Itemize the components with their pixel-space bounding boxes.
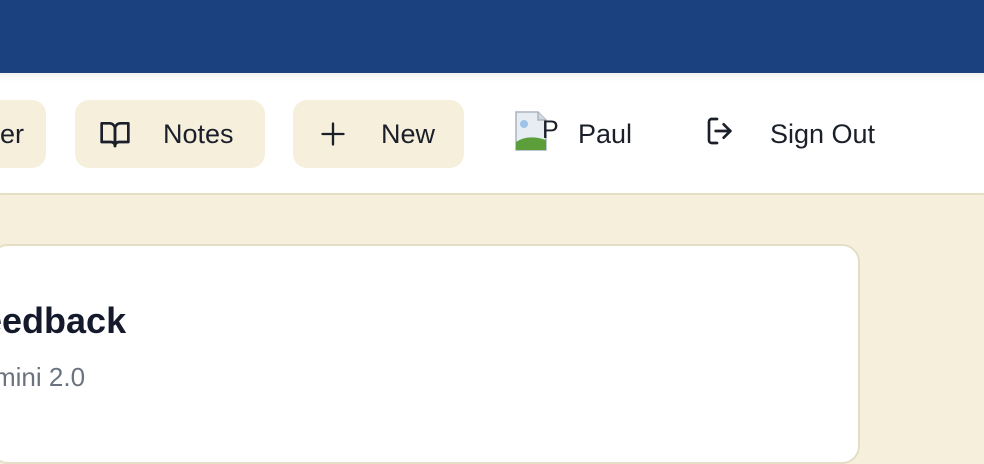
- book-open-icon: [99, 118, 131, 150]
- user-profile-link[interactable]: P Paul: [514, 100, 654, 168]
- sign-out-button[interactable]: Sign Out: [705, 100, 905, 168]
- top-header-bar: [0, 0, 984, 73]
- navbar: er Notes New P Paul Sign Out: [0, 73, 984, 195]
- content-card: [0, 244, 860, 464]
- avatar: P: [514, 110, 562, 158]
- sign-out-label: Sign Out: [770, 118, 876, 149]
- card-title: eedback: [0, 300, 127, 341]
- plus-icon: [319, 120, 347, 148]
- notes-button-label: Notes: [163, 118, 234, 149]
- notes-button[interactable]: Notes: [75, 100, 265, 168]
- user-name: Paul: [578, 118, 633, 149]
- log-out-icon: [705, 115, 737, 154]
- card-subtitle: mini 2.0: [0, 362, 86, 392]
- avatar-alt-text: P: [542, 116, 559, 144]
- nav-button-partial-label: er: [0, 118, 25, 149]
- new-button[interactable]: New: [293, 100, 464, 168]
- new-button-label: New: [381, 118, 436, 149]
- nav-button-partial[interactable]: er: [0, 100, 46, 168]
